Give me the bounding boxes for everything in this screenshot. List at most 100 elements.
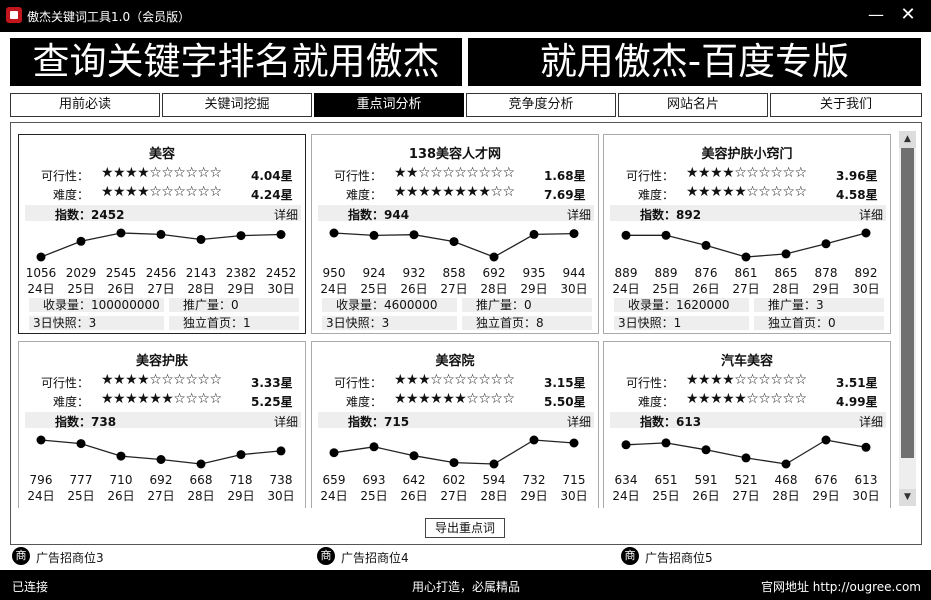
tab-about[interactable]: 关于我们 [770,93,922,117]
trend-point [409,230,419,240]
trend-values: 950 924 932 858 692 935 944 [312,266,598,280]
trend-day: 27日 [732,489,760,503]
difficulty-row: 难度： ★★★★★★★★☆☆ 7.69星 [312,184,598,202]
difficulty-label: 难度： [637,395,674,409]
trend-value: 878 [814,266,838,280]
trend-point [489,459,499,469]
trend-value: 692 [149,473,173,487]
feasibility-label: 可行性： [625,376,674,390]
vertical-scrollbar[interactable]: ▲ ▼ [899,131,916,506]
banner-left: 查询关键字排名就用傲杰 [10,38,462,86]
promotion-count: 推广量：0 [169,298,299,312]
tab-competition[interactable]: 竞争度分析 [466,93,616,117]
trend-point [821,435,831,445]
difficulty-value: 4.58星 [836,188,878,202]
trend-point [196,459,206,469]
trend-point [861,442,871,452]
star-rating-icon: ★★☆☆☆☆☆☆☆☆ [394,165,515,181]
index-label: 指数： [55,415,92,429]
trend-point [861,228,871,238]
trend-day: 30日 [267,489,295,503]
export-keywords-button[interactable]: 导出重点词 [425,518,505,538]
index-row: 指数：892 详细 [610,205,886,222]
tab-keyword-mining[interactable]: 关键词挖掘 [162,93,312,117]
index-row: 指数：738 详细 [25,412,301,429]
keyword-card[interactable]: 汽车美容 可行性： ★★★★☆☆☆☆☆☆ 3.51星 难度： ★★★★★☆☆☆☆☆ 4.99… [603,341,891,508]
keyword-title: 汽车美容 [720,354,773,369]
trend-point [409,451,419,461]
trend-point [329,228,339,238]
trend-value: 642 [402,473,426,487]
tab-site-card[interactable]: 网站名片 [618,93,768,117]
trend-day: 26日 [692,489,720,503]
scroll-up-icon[interactable]: ▲ [899,131,916,148]
trend-point [701,240,711,250]
trend-day: 26日 [692,282,720,296]
trend-value: 738 [269,473,293,487]
trend-day: 25日 [67,489,95,503]
tab-guide[interactable]: 用前必读 [10,93,160,117]
feasibility-row: 可行性： ★★★★☆☆☆☆☆☆ 3.33星 [19,372,305,390]
keyword-card[interactable]: 美容 可行性： ★★★★☆☆☆☆☆☆ 4.04星 难度： ★★★★☆☆☆☆☆☆ 4.24星指… [18,134,306,334]
window-title: 傲杰关键词工具1.0（会员版） [27,10,191,24]
feasibility-label: 可行性： [40,169,89,183]
trend-day: 28日 [187,489,215,503]
trend-value: 613 [854,473,878,487]
trend-days: 24日 25日 26日 27日 28日 29日 30日 [312,487,598,503]
connection-status: 已连接 [12,580,49,594]
trend-values: 1056 2029 2545 2456 2143 2382 2452 [19,266,305,280]
trend-day: 27日 [732,282,760,296]
scroll-down-icon[interactable]: ▼ [899,489,916,506]
star-rating-icon: ★★★★☆☆☆☆☆☆ [101,372,222,388]
trend-value: 892 [854,266,878,280]
trend-point [236,231,246,241]
keyword-card[interactable]: 美容护肤 可行性： ★★★★☆☆☆☆☆☆ 3.33星 难度： ★★★★★★☆☆☆☆ 5.25… [18,341,306,508]
trend-day: 24日 [27,489,55,503]
merchant-icon: 商 [317,547,335,565]
trend-point [781,459,791,469]
feasibility-label: 可行性： [333,376,382,390]
trend-value: 2545 [105,266,137,280]
trend-value: 2456 [145,266,177,280]
ad-label: 广告招商位4 [341,551,409,565]
trend-days: 24日 25日 26日 27日 28日 29日 30日 [604,280,890,296]
trend-point [741,252,751,262]
difficulty-value: 7.69星 [544,188,586,202]
trend-point [369,230,379,240]
trend-point [76,236,86,246]
trend-point [329,448,339,458]
keyword-card[interactable]: 138美容人才网 可行性： ★★☆☆☆☆☆☆☆☆ 1.68星 难度： ★★★★★★★★☆☆… [311,134,599,334]
trend-point [621,230,631,240]
trend-point [661,230,671,240]
close-button[interactable]: ✕ [893,5,923,27]
minimize-button[interactable]: — [861,5,891,27]
trend-point [236,450,246,460]
feasibility-label: 可行性： [40,376,89,390]
trend-values: 634 651 591 521 468 676 613 [604,473,890,487]
difficulty-label: 难度： [637,188,674,202]
tab-key-analysis[interactable]: 重点词分析 [314,93,464,117]
website-link[interactable]: 官网地址 http://ougree.com [761,578,921,595]
trend-point [369,442,379,452]
feasibility-row: 可行性： ★★☆☆☆☆☆☆☆☆ 1.68星 [312,165,598,183]
trend-day: 26日 [107,282,135,296]
trend-point [116,451,126,461]
trend-point [529,229,539,239]
promotion-count: 推广量：0 [462,298,592,312]
slogan-text: 用心打造，必属精品 [412,580,521,594]
difficulty-value: 4.24星 [251,188,293,202]
trend-day: 27日 [440,489,468,503]
difficulty-row: 难度： ★★★★★★☆☆☆☆ 5.50星 [312,391,598,409]
keyword-card[interactable]: 美容护肤小窍门 可行性： ★★★★☆☆☆☆☆☆ 3.96星 难度： ★★★★★☆☆☆☆☆ 4… [603,134,891,334]
trend-value: 935 [522,266,546,280]
difficulty-label: 难度： [345,188,382,202]
banner-right: 就用傲杰-百度专版 [468,38,921,86]
trend-day: 30日 [852,489,880,503]
star-rating-icon: ★★★★★☆☆☆☆☆ [686,184,807,200]
scroll-thumb[interactable] [901,148,914,458]
keyword-card[interactable]: 美容院 可行性： ★★★☆☆☆☆☆☆☆ 3.15星 难度： ★★★★★★☆☆☆☆ 5.50星… [311,341,599,508]
difficulty-row: 难度： ★★★★☆☆☆☆☆☆ 4.24星 [19,184,305,202]
homepage-count: 独立首页：8 [462,316,592,330]
trend-day: 29日 [520,489,548,503]
index-value: 2452 [91,208,125,222]
